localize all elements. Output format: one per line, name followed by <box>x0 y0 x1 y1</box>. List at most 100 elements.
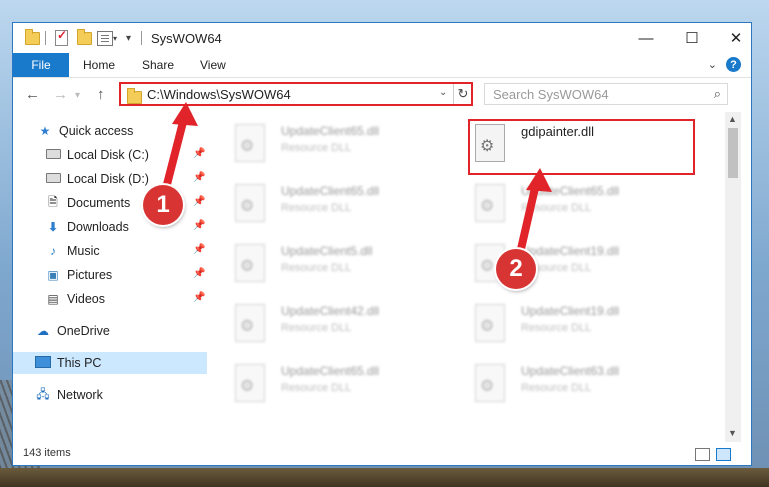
address-dropdown-icon[interactable]: ⌄ <box>439 87 447 98</box>
scroll-thumb[interactable] <box>728 128 738 178</box>
up-arrow-icon[interactable]: ↑ <box>97 86 105 103</box>
list-item[interactable]: UpdateClient19.dll Resource DLL <box>463 298 663 350</box>
sidebar-item-label: This PC <box>57 356 102 370</box>
documents-icon: 🗎 <box>48 194 58 209</box>
sidebar-item-label: OneDrive <box>57 324 110 338</box>
vertical-scrollbar[interactable]: ▲ ▼ <box>725 112 741 442</box>
expand-ribbon-icon[interactable]: ⌄ <box>708 58 717 71</box>
pin-icon[interactable]: 📌 <box>193 196 205 207</box>
item-count: 143 items <box>23 447 71 459</box>
back-arrow-icon[interactable]: ← <box>25 86 40 103</box>
scroll-down-icon[interactable]: ▼ <box>728 428 737 438</box>
computer-icon <box>35 355 51 371</box>
file-type: Resource DLL <box>521 322 592 334</box>
file-type: Resource DLL <box>521 202 592 214</box>
sidebar-item-onedrive[interactable]: ☁ OneDrive <box>35 320 110 342</box>
close-icon: ✕ <box>729 30 743 47</box>
properties-check-icon[interactable] <box>55 28 68 47</box>
drive-icon <box>45 172 61 186</box>
tab-share[interactable]: Share <box>142 53 174 77</box>
pin-icon[interactable]: 📌 <box>193 220 205 231</box>
title-separator <box>141 29 142 47</box>
sidebar-item-label: Music <box>67 244 100 258</box>
pin-icon[interactable]: 📌 <box>193 292 205 303</box>
file-name: UpdateClient5.dll <box>281 244 373 258</box>
file-name: UpdateClient65.dll <box>281 184 380 198</box>
tab-file[interactable]: File <box>13 53 69 77</box>
pin-icon[interactable]: 📌 <box>193 268 205 279</box>
quick-access-separator <box>45 29 46 47</box>
search-box[interactable]: Search SysWOW64 ⌕ <box>484 83 728 105</box>
pin-icon[interactable]: 📌 <box>193 172 205 183</box>
file-type: Resource DLL <box>281 202 352 214</box>
sidebar-item-videos[interactable]: ▤ Videos <box>45 288 105 310</box>
recent-locations-icon[interactable]: ▾ <box>75 90 80 101</box>
sidebar-item-quick-access[interactable]: ★ Quick access <box>37 120 134 142</box>
sidebar-item-label: Videos <box>67 292 105 306</box>
sidebar-item-this-pc[interactable]: This PC <box>13 352 207 374</box>
sidebar-item-label: Downloads <box>67 220 129 234</box>
sidebar-item-downloads[interactable]: ⬇ Downloads <box>45 216 129 238</box>
dll-file-icon <box>475 364 505 402</box>
drive-icon <box>45 148 61 162</box>
close-button[interactable]: ✕ <box>713 23 751 53</box>
search-input[interactable]: Search SysWOW64 <box>493 87 609 102</box>
tab-home[interactable]: Home <box>83 53 115 77</box>
sidebar-item-pictures[interactable]: ▣ Pictures <box>45 264 112 286</box>
scroll-up-icon[interactable]: ▲ <box>728 114 737 124</box>
forward-arrow-icon[interactable]: → <box>53 86 68 103</box>
large-icons-view-icon[interactable] <box>716 448 731 461</box>
list-item[interactable]: UpdateClient19.dll Resource DLL <box>463 238 663 290</box>
navigation-bar: ← → ▾ ↑ C:\Windows\SysWOW64 ⌄ ↻ Search S… <box>13 78 751 112</box>
pin-icon[interactable]: 📌 <box>193 148 205 159</box>
list-item[interactable]: UpdateClient65.dll Resource DLL <box>223 118 423 170</box>
sidebar-item-label: Pictures <box>67 268 113 282</box>
customize-toolbar-icon[interactable]: ▾ <box>126 29 131 47</box>
refresh-icon[interactable]: ↻ <box>453 84 472 104</box>
minimize-button[interactable]: — <box>623 23 669 53</box>
tab-view[interactable]: View <box>200 53 226 77</box>
address-bar[interactable]: C:\Windows\SysWOW64 ⌄ ↻ <box>119 82 473 106</box>
dll-file-icon <box>235 124 265 162</box>
list-item[interactable]: UpdateClient65.dll Resource DLL <box>223 358 423 410</box>
dll-file-icon <box>235 364 265 402</box>
maximize-button[interactable]: ☐ <box>669 23 715 53</box>
new-folder-icon[interactable] <box>77 28 92 47</box>
file-type: Resource DLL <box>521 382 592 394</box>
cloud-icon: ☁ <box>37 324 49 338</box>
sidebar-item-label: Documents <box>67 196 131 210</box>
maximize-icon: ☐ <box>685 30 699 47</box>
file-name: UpdateClient19.dll <box>521 304 620 318</box>
music-icon: ♪ <box>50 244 56 258</box>
file-name: UpdateClient65.dll <box>281 124 380 138</box>
sidebar-item-network[interactable]: 🖧 Network <box>35 384 103 406</box>
file-name: UpdateClient63.dll <box>521 364 620 378</box>
folder-icon <box>25 28 40 47</box>
address-path[interactable]: C:\Windows\SysWOW64 <box>147 87 291 102</box>
dll-file-icon <box>235 244 265 282</box>
step-2-badge: 2 <box>496 249 536 289</box>
title-bar: ▾ ▾ SysWOW64 — ☐ ✕ <box>13 23 751 53</box>
list-item[interactable]: UpdateClient65.dll Resource DLL <box>463 178 663 230</box>
sidebar-item-label: Quick access <box>59 124 134 138</box>
file-list: UpdateClient65.dll Resource DLL UpdateCl… <box>223 112 725 442</box>
list-item[interactable]: UpdateClient42.dll Resource DLL <box>223 298 423 350</box>
rename-icon[interactable]: ▾ <box>97 29 117 47</box>
file-name: UpdateClient42.dll <box>281 304 380 318</box>
sidebar-item-label: Local Disk (C:) <box>67 148 149 162</box>
list-item[interactable]: UpdateClient5.dll Resource DLL <box>223 238 423 290</box>
step-1-badge: 1 <box>143 185 183 225</box>
details-view-icon[interactable] <box>695 448 710 461</box>
file-type: Resource DLL <box>281 262 352 274</box>
sidebar-item-local-disk-c[interactable]: Local Disk (C:) <box>45 144 149 166</box>
background-ground <box>0 468 769 487</box>
pin-icon[interactable]: 📌 <box>193 244 205 255</box>
sidebar-item-local-disk-d[interactable]: Local Disk (D:) <box>45 168 149 190</box>
sidebar-item-music[interactable]: ♪ Music <box>45 240 100 262</box>
help-icon[interactable]: ? <box>726 57 741 72</box>
list-item[interactable]: UpdateClient63.dll Resource DLL <box>463 358 663 410</box>
sidebar-item-documents[interactable]: 🗎 Documents <box>45 192 130 214</box>
list-item[interactable]: UpdateClient65.dll Resource DLL <box>223 178 423 230</box>
search-icon[interactable]: ⌕ <box>714 86 721 102</box>
file-type: Resource DLL <box>281 382 352 394</box>
